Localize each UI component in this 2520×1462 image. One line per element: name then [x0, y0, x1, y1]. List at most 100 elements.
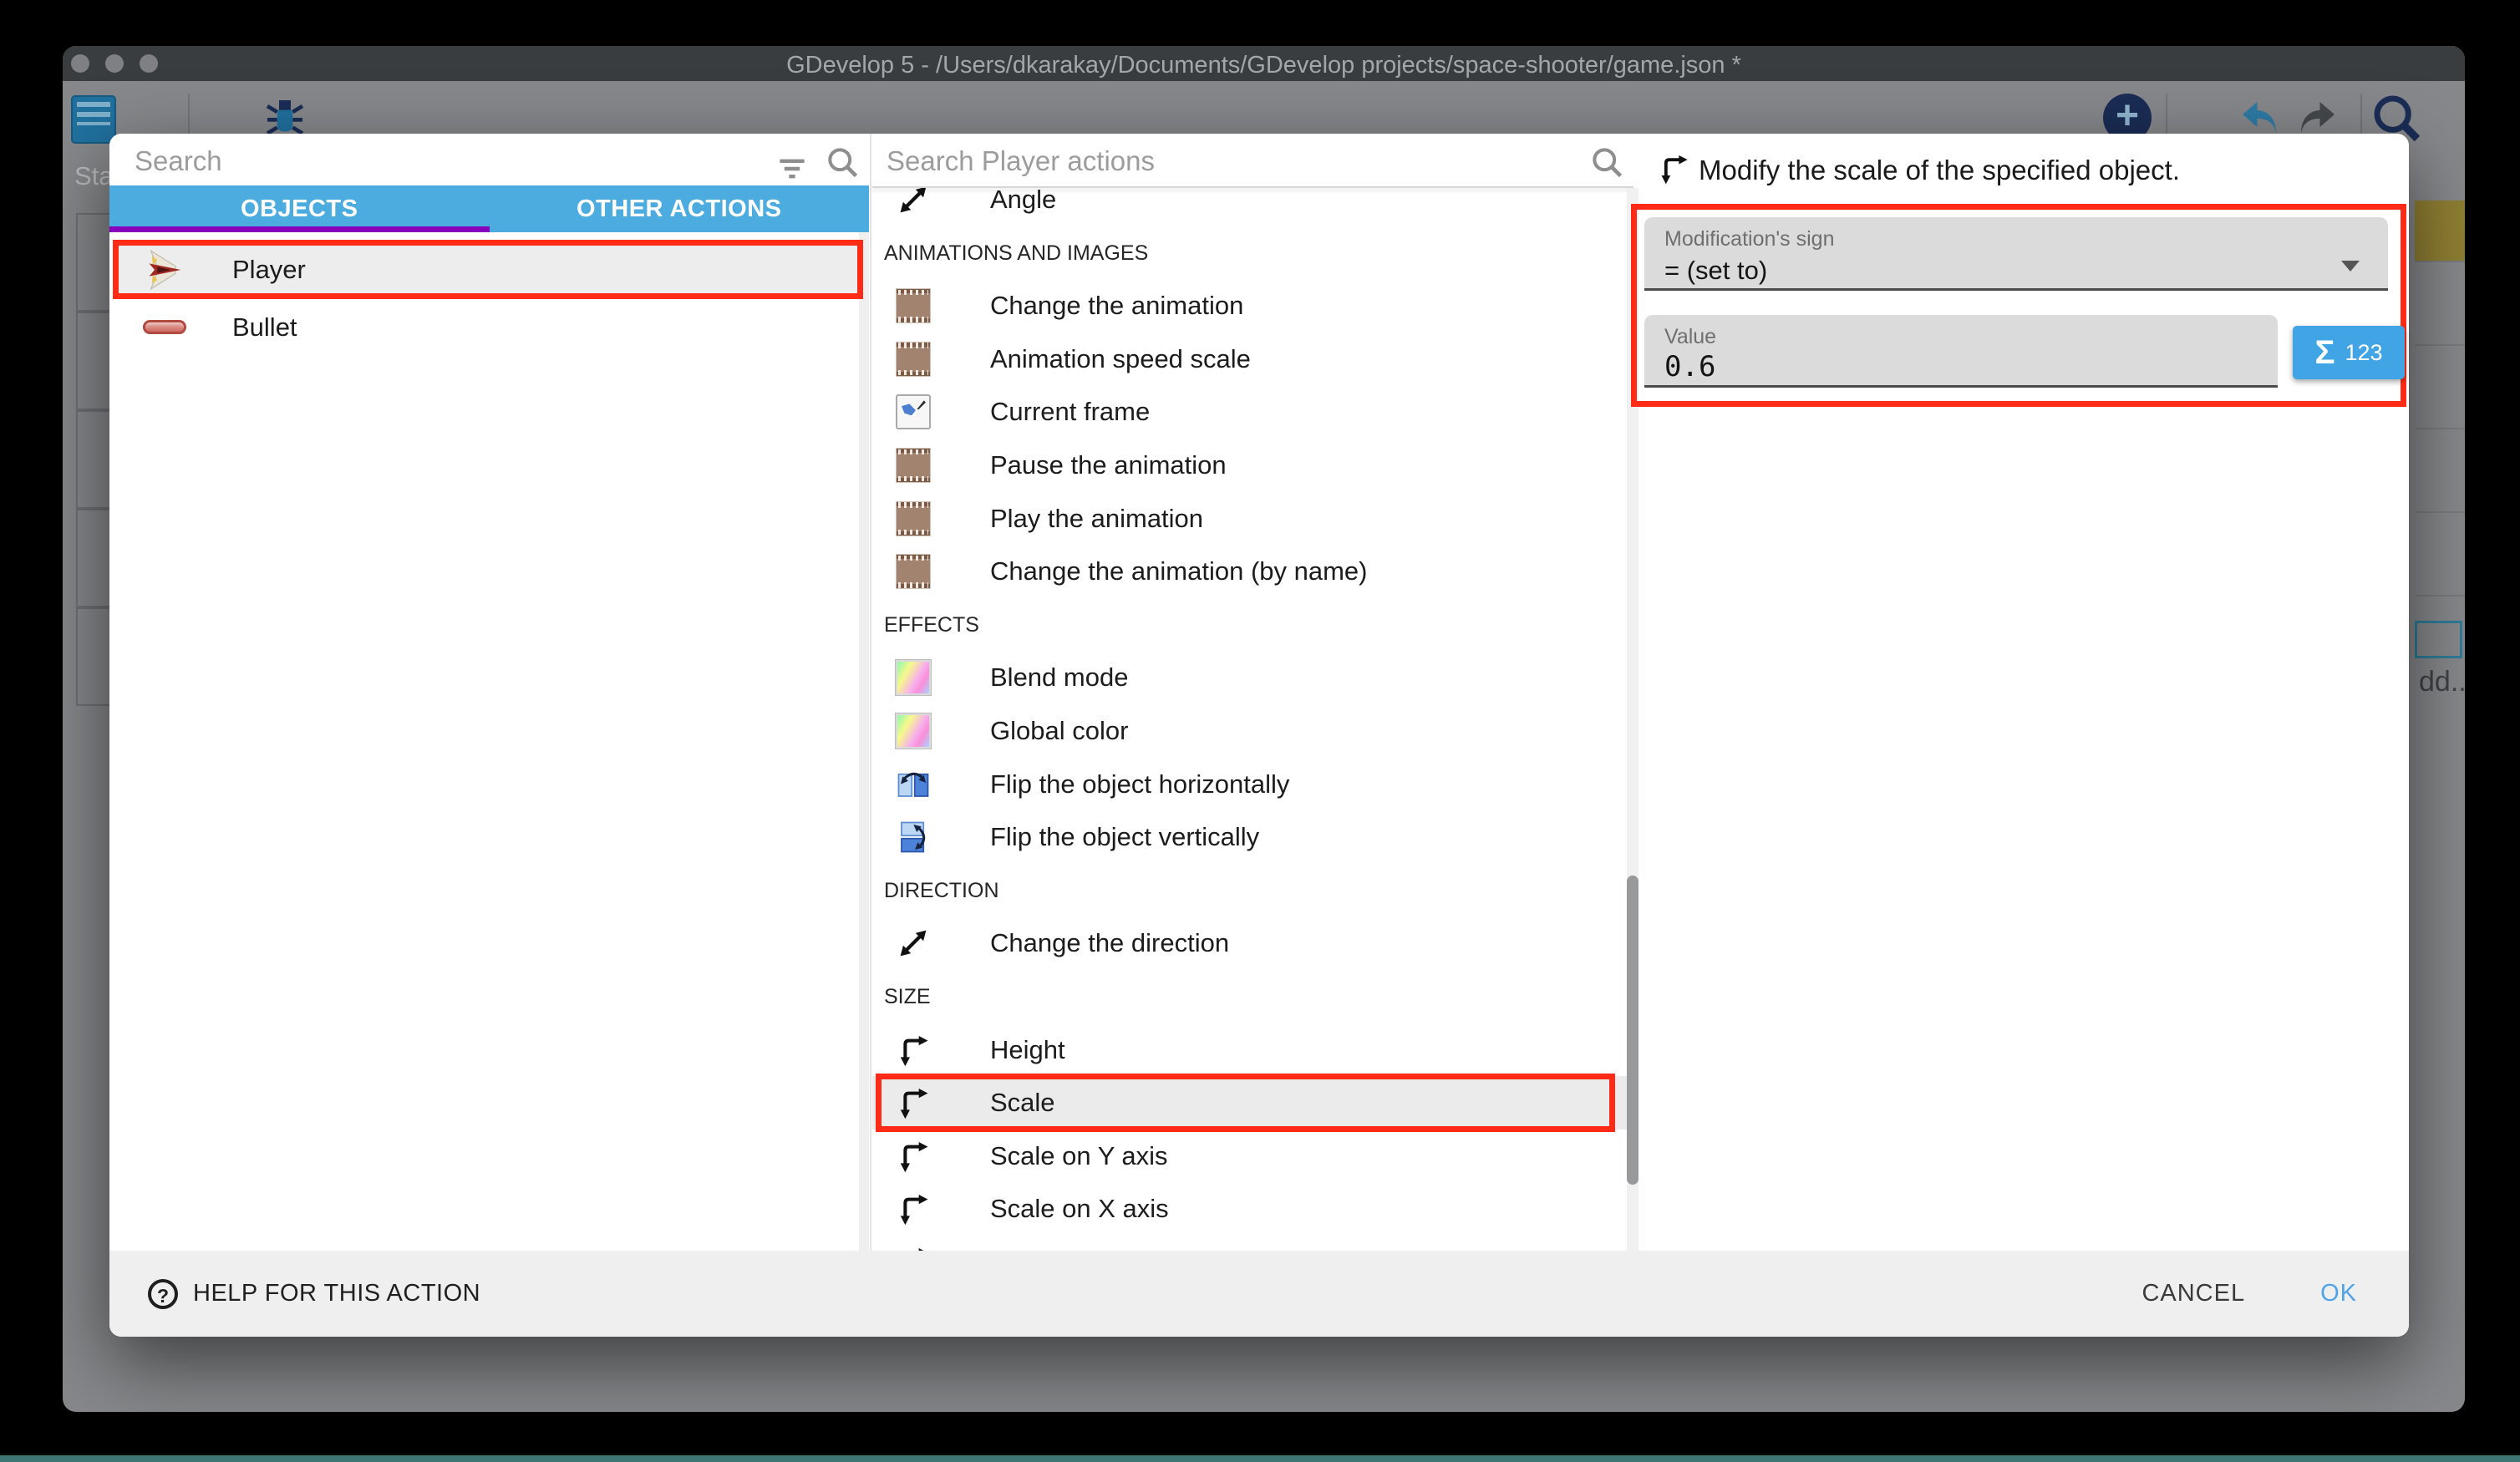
scale-icon — [896, 1033, 931, 1068]
desktop-background-strip — [0, 1455, 2520, 1462]
value-text: 0.6 — [1664, 350, 1715, 383]
dialog-footer: ? HELP FOR THIS ACTION CANCEL OK — [109, 1251, 2409, 1337]
search-actions-input[interactable]: Search Player actions — [872, 134, 1633, 185]
object-label: Player — [232, 255, 306, 285]
film-icon — [896, 342, 931, 377]
column-divider — [870, 134, 871, 1251]
scale-icon — [896, 1191, 931, 1226]
player-ship-icon — [143, 250, 186, 290]
modification-sign-label: Modification's sign — [1664, 227, 1834, 251]
tab-other-actions[interactable]: OTHER ACTIONS — [490, 185, 870, 232]
action-label: Play the animation — [990, 492, 1203, 546]
background-row-divider — [2415, 428, 2465, 429]
action-row-blend-mode[interactable]: Blend mode — [872, 651, 1627, 704]
action-label: Current frame — [990, 385, 1150, 439]
action-description-title: Modify the scale of the specified object… — [1699, 155, 2180, 186]
scale-icon — [896, 1085, 931, 1120]
action-row-height[interactable]: Height — [872, 1023, 1627, 1077]
background-row-divider — [2415, 344, 2465, 346]
section-header-direction: DIRECTION — [872, 864, 1627, 917]
modification-sign-value: = (set to) — [1664, 256, 1767, 286]
action-row-current-frame[interactable]: Current frame — [872, 385, 1627, 439]
action-row-width[interactable]: Width — [872, 1236, 1627, 1251]
angle-icon — [896, 188, 931, 217]
background-row-divider — [2415, 261, 2465, 262]
action-row-play-the-animation[interactable]: Play the animation — [872, 492, 1627, 546]
add-button-partial-label: dd... — [2419, 666, 2465, 698]
object-label: Bullet — [232, 312, 297, 343]
value-label: Value — [1664, 325, 1716, 349]
scale-action-icon — [1657, 152, 1690, 185]
sigma-icon: Σ — [2314, 334, 2335, 372]
flip-v-icon — [896, 820, 931, 855]
action-row-scale-on-y-axis[interactable]: Scale on Y axis — [872, 1129, 1627, 1183]
action-row-flip-the-object-vertically[interactable]: Flip the object vertically — [872, 810, 1627, 864]
expression-button-label: 123 — [2345, 340, 2382, 366]
search-objects-placeholder: Search — [135, 145, 222, 177]
section-header-animations-and-images: ANIMATIONS AND IMAGES — [872, 226, 1627, 280]
film-icon — [896, 448, 931, 483]
action-row-global-color[interactable]: Global color — [872, 704, 1627, 758]
frame-icon — [896, 394, 931, 429]
film-icon — [896, 554, 931, 589]
background-yellow-row — [2415, 201, 2465, 261]
objects-list-scrollbar[interactable] — [859, 232, 869, 1251]
background-outlined-button — [2415, 621, 2462, 658]
action-label: Scale — [990, 1076, 1055, 1129]
action-row-flip-the-object-horizontally[interactable]: Flip the object horizontally — [872, 758, 1627, 811]
action-row-scale[interactable]: Scale — [872, 1076, 1627, 1129]
action-label: Height — [990, 1023, 1065, 1077]
help-button[interactable]: HELP FOR THIS ACTION — [193, 1280, 480, 1307]
value-input[interactable]: Value 0.6 — [1644, 315, 2278, 388]
selected-object-highlight: Player — [113, 240, 863, 299]
scale-icon — [896, 1139, 931, 1174]
expression-editor-button[interactable]: Σ 123 — [2293, 326, 2405, 379]
section-header-size: SIZE — [872, 970, 1627, 1023]
window-titlebar: GDevelop 5 - /Users/dkarakay/Documents/G… — [63, 46, 2465, 81]
action-label: Flip the object vertically — [990, 810, 1259, 864]
ok-button[interactable]: OK — [2320, 1280, 2357, 1307]
left-panel-tabbar: OBJECTSOTHER ACTIONS — [109, 185, 869, 232]
instruction-editor-dialog: Search OBJECTSOTHER ACTIONS Player Bullet… — [109, 134, 2409, 1337]
action-label: Width — [990, 1236, 1056, 1251]
film-icon — [896, 501, 931, 536]
action-label: Change the animation — [990, 279, 1243, 333]
action-row-change-the-animation-by-name-[interactable]: Change the animation (by name) — [872, 545, 1627, 598]
window-title: GDevelop 5 - /Users/dkarakay/Documents/G… — [63, 52, 2465, 79]
selected-action-highlight — [876, 1074, 1615, 1132]
bullet-icon — [143, 307, 186, 348]
action-label: Animation speed scale — [990, 333, 1251, 386]
action-row-pause-the-animation[interactable]: Pause the animation — [872, 439, 1627, 492]
object-row-bullet[interactable]: Bullet — [109, 299, 869, 355]
search-icon[interactable] — [824, 144, 861, 185]
action-row-scale-on-x-axis[interactable]: Scale on X axis — [872, 1182, 1627, 1236]
rainbow-icon — [896, 713, 931, 749]
actions-list: AngleANIMATIONS AND IMAGESChange the ani… — [872, 188, 1627, 1251]
action-row-change-the-direction[interactable]: Change the direction — [872, 916, 1627, 970]
action-label: Blend mode — [990, 651, 1128, 704]
object-row-player[interactable]: Player — [109, 240, 860, 299]
action-label: Change the direction — [990, 916, 1229, 970]
section-header-effects: EFFECTS — [872, 598, 1627, 652]
search-icon[interactable] — [1588, 144, 1625, 185]
scale-icon — [896, 1245, 931, 1251]
action-label: Global color — [990, 704, 1128, 758]
action-label: Angle — [990, 188, 1056, 226]
modification-sign-select[interactable]: Modification's sign = (set to) — [1644, 217, 2388, 291]
chevron-down-icon — [2341, 261, 2360, 272]
action-row-animation-speed-scale[interactable]: Animation speed scale — [872, 333, 1627, 386]
tab-objects[interactable]: OBJECTS — [109, 185, 490, 232]
action-row-change-the-animation[interactable]: Change the animation — [872, 279, 1627, 333]
action-label: Scale on Y axis — [990, 1129, 1168, 1183]
scrollbar-thumb[interactable] — [1627, 876, 1639, 1185]
angle-icon — [896, 926, 931, 961]
rainbow-icon — [896, 660, 931, 695]
action-label: Flip the object horizontally — [990, 758, 1289, 811]
action-label: Scale on X axis — [990, 1182, 1169, 1236]
action-row-angle[interactable]: Angle — [872, 188, 1627, 226]
search-objects-input[interactable]: Search — [109, 134, 869, 185]
flip-h-icon — [896, 767, 931, 802]
help-icon[interactable]: ? — [148, 1279, 178, 1309]
cancel-button[interactable]: CANCEL — [2141, 1280, 2245, 1307]
search-actions-placeholder: Search Player actions — [887, 145, 1155, 177]
